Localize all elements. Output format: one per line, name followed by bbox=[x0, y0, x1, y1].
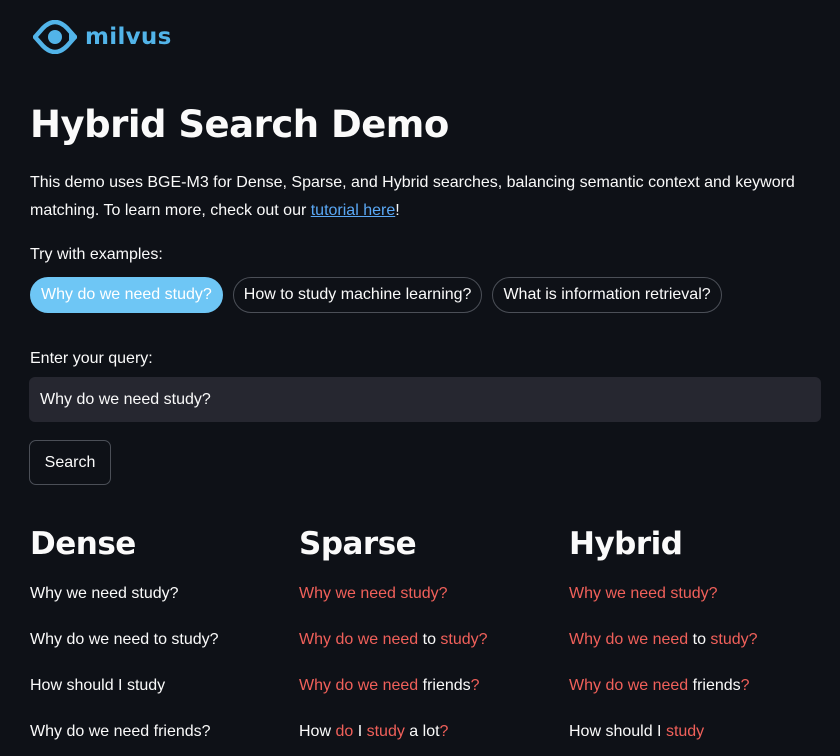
milvus-logo: milvus bbox=[33, 20, 172, 54]
highlighted-term: ? bbox=[439, 723, 449, 740]
query-input[interactable] bbox=[29, 377, 821, 422]
result-text: friends bbox=[688, 677, 741, 694]
highlighted-term: Why we need study? bbox=[299, 585, 448, 602]
highlighted-term: Why do we need bbox=[299, 677, 419, 694]
highlighted-term: Why we need study? bbox=[569, 585, 718, 602]
example-pill[interactable]: How to study machine learning? bbox=[232, 277, 483, 313]
highlighted-term: Why do we need bbox=[569, 677, 689, 694]
result-text: to bbox=[688, 631, 711, 648]
result-text: a lot bbox=[404, 723, 440, 740]
result-item: Why we need study? bbox=[30, 584, 290, 630]
hybrid-title: Hybrid bbox=[569, 526, 683, 562]
highlighted-term: study? bbox=[710, 631, 758, 648]
dense-title: Dense bbox=[30, 526, 136, 562]
result-text: How should I study bbox=[30, 677, 166, 694]
highlighted-term: ? bbox=[740, 677, 750, 694]
result-text: friends bbox=[418, 677, 471, 694]
hybrid-results: Why we need study? Why do we need to stud… bbox=[569, 584, 829, 756]
highlighted-term: Why do we need bbox=[569, 631, 689, 648]
highlighted-term: study bbox=[366, 723, 405, 740]
result-item: Why do we need friends? bbox=[299, 676, 559, 722]
result-text: I bbox=[353, 723, 367, 740]
result-text: How bbox=[299, 723, 336, 740]
highlighted-term: study bbox=[665, 723, 705, 740]
result-item: How should I study bbox=[569, 722, 829, 756]
dense-results: Why we need study? Why do we need to stud… bbox=[30, 584, 290, 756]
result-text: to bbox=[418, 631, 441, 648]
result-text: Why do we need friends? bbox=[30, 723, 211, 740]
sparse-results: Why we need study? Why do we need to stud… bbox=[299, 584, 559, 756]
app-page: milvus Hybrid Search Demo This demo uses… bbox=[0, 0, 840, 756]
page-description: This demo uses BGE-M3 for Dense, Sparse,… bbox=[30, 169, 830, 225]
result-item: How do I study a lot? bbox=[299, 722, 559, 756]
highlighted-term: study? bbox=[440, 631, 488, 648]
example-pill[interactable]: What is information retrieval? bbox=[492, 277, 722, 313]
tutorial-link[interactable]: tutorial here bbox=[311, 202, 396, 219]
query-label: Enter your query: bbox=[30, 350, 153, 367]
highlighted-term: ? bbox=[470, 677, 480, 694]
result-text: Why we need study? bbox=[30, 585, 179, 602]
highlighted-term: do bbox=[335, 723, 354, 740]
result-item: Why do we need friends? bbox=[30, 722, 290, 756]
logo-text: milvus bbox=[85, 24, 172, 50]
result-item: Why do we need friends? bbox=[569, 676, 829, 722]
result-item: Why do we need to study? bbox=[569, 630, 829, 676]
hybrid-column: Hybrid Why we need study? Why do we need … bbox=[569, 522, 829, 756]
example-pill[interactable]: Why do we need study? bbox=[30, 277, 223, 313]
result-item: Why we need study? bbox=[299, 584, 559, 630]
result-text: How should I bbox=[569, 723, 666, 740]
description-text: This demo uses BGE-M3 for Dense, Sparse,… bbox=[30, 174, 795, 219]
result-item: How should I study bbox=[30, 676, 290, 722]
highlighted-term: Why do we need bbox=[299, 631, 419, 648]
page-title: Hybrid Search Demo bbox=[30, 103, 449, 146]
result-text: Why do we need to study? bbox=[30, 631, 219, 648]
result-item: Why do we need to study? bbox=[299, 630, 559, 676]
example-pills: Why do we need study? How to study machin… bbox=[30, 277, 722, 313]
sparse-title: Sparse bbox=[299, 526, 417, 562]
description-suffix: ! bbox=[395, 202, 400, 219]
result-item: Why we need study? bbox=[569, 584, 829, 630]
dense-column: Dense Why we need study? Why do we need t… bbox=[30, 522, 290, 756]
sparse-column: Sparse Why we need study? Why do we need … bbox=[299, 522, 559, 756]
examples-label: Try with examples: bbox=[30, 246, 163, 263]
search-button[interactable]: Search bbox=[29, 440, 111, 485]
eye-logo-icon bbox=[33, 20, 77, 54]
result-item: Why do we need to study? bbox=[30, 630, 290, 676]
